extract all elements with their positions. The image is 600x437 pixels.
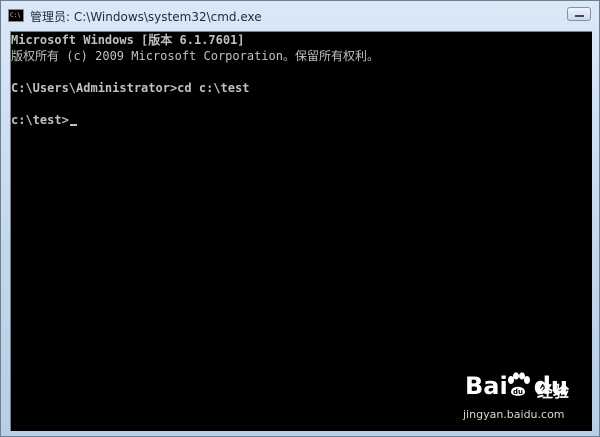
console-line-version: Microsoft Windows [版本 6.1.7601] [11, 33, 245, 47]
cmd-window: C:\ 管理员: C:\Windows\system32\cmd.exe Mic… [0, 0, 600, 437]
minimize-icon [575, 15, 584, 17]
baidu-jingyan-watermark: Bai du du 经验 jingyan.baidu.com [461, 368, 591, 428]
jingyan-url: jingyan.baidu.com [463, 408, 565, 421]
console-line-copyright: 版权所有 (c) 2009 Microsoft Corporation。保留所有… [11, 49, 379, 63]
console-line-prompt[interactable]: c:\test> [11, 113, 77, 127]
cmd-app-icon[interactable]: C:\ [8, 9, 24, 22]
window-title: 管理员: C:\Windows\system32\cmd.exe [30, 10, 262, 24]
baidu-logo-left: Bai [465, 372, 508, 400]
text-cursor [69, 124, 77, 126]
jingyan-label: 经验 [537, 382, 570, 401]
baidu-paw-icon: du [508, 372, 530, 396]
console-output[interactable]: Microsoft Windows [版本 6.1.7601] 版权所有 (c)… [10, 31, 592, 431]
title-bar[interactable]: C:\ 管理员: C:\Windows\system32\cmd.exe [1, 1, 599, 31]
prompt-text: c:\test> [11, 113, 69, 127]
minimize-button[interactable] [567, 7, 591, 21]
console-line-command: C:\Users\Administrator>cd c:\test [11, 81, 250, 95]
app-icon-text: C:\ [10, 12, 21, 19]
svg-text:du: du [513, 388, 523, 396]
